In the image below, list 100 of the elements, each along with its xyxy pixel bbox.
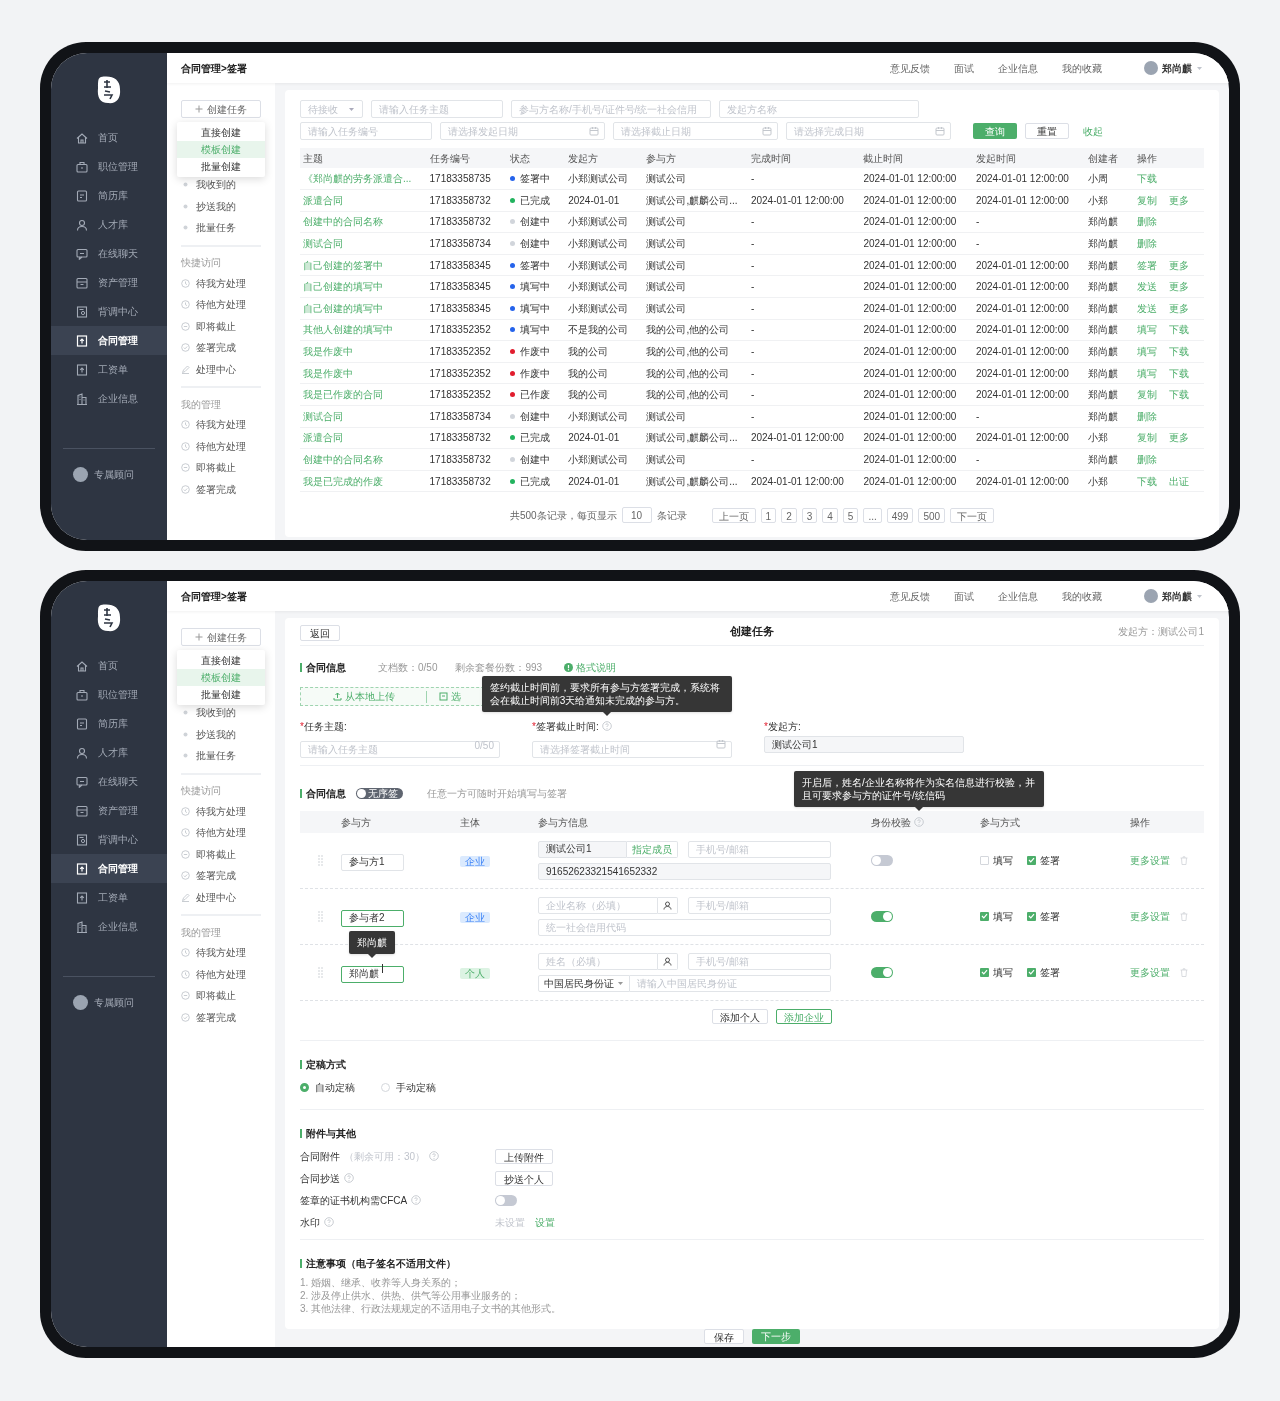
nav-link[interactable]: 意见反馈	[890, 588, 930, 604]
submenu-item[interactable]: 待我方处理	[181, 800, 261, 822]
company-name-field[interactable]: 测试公司1	[538, 840, 627, 858]
add-participant-button[interactable]: 添加企业	[776, 1009, 832, 1024]
action-link[interactable]: 删除	[1136, 408, 1157, 424]
page-button[interactable]: ...	[863, 507, 882, 523]
id-type-select[interactable]: 中国居民身份证	[538, 974, 630, 992]
submenu-item[interactable]: 待他方处理	[181, 294, 261, 316]
prev-page-button[interactable]: 上一页	[711, 507, 756, 523]
nav-item[interactable]: 企业信息	[51, 384, 167, 413]
submenu-item[interactable]: 签署完成	[181, 865, 261, 887]
page-button[interactable]: 500	[918, 507, 946, 523]
nav-item[interactable]: 工资单	[51, 355, 167, 384]
nav-link[interactable]: 我的收藏	[1062, 588, 1102, 604]
action-link[interactable]: 复制	[1136, 430, 1157, 446]
nav-item[interactable]: 背调中心	[51, 825, 167, 854]
submenu-item[interactable]: 批量任务	[181, 745, 261, 767]
advisor-link[interactable]: 专属顾问	[51, 991, 167, 1013]
submenu-item[interactable]: 抄送我的	[181, 195, 261, 217]
nav-item[interactable]: 资产管理	[51, 268, 167, 297]
action-link[interactable]: 更多	[1168, 430, 1189, 446]
nav-link[interactable]: 面试	[954, 60, 974, 76]
nav-item[interactable]: 首页	[51, 651, 167, 680]
action-link[interactable]: 发送	[1136, 279, 1157, 295]
action-link[interactable]: 下载	[1168, 365, 1189, 381]
submenu-item[interactable]: 签署完成	[181, 337, 261, 359]
back-button[interactable]: 返回	[300, 624, 340, 641]
submenu-item[interactable]: 签署完成	[181, 1006, 261, 1028]
contract-link[interactable]: 自己创建的签署中	[303, 259, 383, 271]
submenu-item[interactable]: 即将截止	[181, 985, 261, 1007]
participant-name-field[interactable]: 参与者2	[341, 909, 404, 927]
submenu-item[interactable]: 我收到的	[181, 702, 261, 724]
action-link[interactable]: 删除	[1136, 236, 1157, 252]
action-link[interactable]: 填写	[1136, 344, 1157, 360]
submenu-item[interactable]: 处理中心	[181, 886, 261, 908]
action-link[interactable]: 更多	[1168, 192, 1189, 208]
page-button[interactable]: 1	[760, 507, 777, 523]
action-link[interactable]: 删除	[1136, 452, 1157, 467]
reset-button[interactable]: 重置	[1025, 123, 1069, 139]
action-link[interactable]: 复制	[1136, 387, 1157, 403]
setting-button[interactable]: 抄送个人	[495, 1170, 553, 1186]
nav-item[interactable]: 简历库	[51, 181, 167, 210]
action-link[interactable]: 下载	[1168, 322, 1189, 338]
submenu-item[interactable]: 待我方处理	[181, 414, 261, 436]
menu-item[interactable]: 直接创建	[177, 124, 265, 141]
page-button[interactable]: 5	[842, 507, 859, 523]
initiator-field[interactable]: 测试公司1	[764, 736, 964, 754]
action-link[interactable]: 下载	[1168, 344, 1189, 360]
nav-item[interactable]: 工资单	[51, 883, 167, 912]
submenu-item[interactable]: 待他方处理	[181, 435, 261, 457]
action-link[interactable]: 下载	[1136, 171, 1157, 187]
nav-item[interactable]: 合同管理	[51, 326, 167, 355]
nav-link[interactable]: 意见反馈	[890, 60, 930, 76]
submenu-item[interactable]: 处理中心	[181, 358, 261, 380]
contract-link[interactable]: 创建中的合同名称	[303, 454, 383, 465]
format-help-link[interactable]: 格式说明	[564, 660, 617, 675]
submenu-item[interactable]: 签署完成	[181, 478, 261, 500]
page-button[interactable]: 499	[886, 507, 914, 523]
contract-link[interactable]: 其他人创建的填写中	[303, 324, 393, 336]
radio-button[interactable]	[381, 1083, 390, 1092]
nav-item[interactable]: 首页	[51, 123, 167, 152]
contract-link[interactable]: 我是作废中	[303, 367, 353, 379]
submenu-item[interactable]: 批量任务	[181, 217, 261, 239]
create-task-button[interactable]: 创建任务	[181, 628, 261, 646]
submenu-item[interactable]: 即将截止	[181, 457, 261, 479]
menu-item[interactable]: 批量创建	[177, 158, 265, 175]
submenu-item[interactable]: 我收到的	[181, 174, 261, 196]
action-link[interactable]: 更多	[1168, 257, 1189, 273]
nav-link[interactable]: 面试	[954, 588, 974, 604]
checkbox[interactable]	[1027, 967, 1036, 977]
action-link[interactable]: 下载	[1136, 473, 1157, 489]
toggle-switch[interactable]	[495, 1194, 517, 1206]
submenu-item[interactable]: 即将截止	[181, 843, 261, 865]
contract-link[interactable]: 创建中的合同名称	[303, 216, 383, 228]
nav-item[interactable]: 资产管理	[51, 796, 167, 825]
setting-button[interactable]: 上传附件	[495, 1148, 553, 1164]
nav-item[interactable]: 在线聊天	[51, 767, 167, 796]
page-size-field[interactable]: 10	[621, 507, 652, 524]
contract-link[interactable]: 测试合同	[303, 410, 343, 422]
credit-code-field[interactable]: 91652623321541652332	[538, 862, 831, 880]
page-button[interactable]: 2	[781, 507, 797, 523]
nav-link[interactable]: 企业信息	[998, 60, 1038, 76]
nav-link[interactable]: 企业信息	[998, 588, 1038, 604]
verification-toggle[interactable]	[871, 854, 893, 866]
nav-item[interactable]: 背调中心	[51, 297, 167, 326]
submenu-item[interactable]: 待我方处理	[181, 272, 261, 294]
action-link[interactable]: 填写	[1136, 365, 1157, 381]
checkbox[interactable]	[980, 967, 989, 977]
action-link[interactable]: 出证	[1168, 473, 1189, 489]
setting-link[interactable]: 设置	[535, 1214, 555, 1230]
contract-link[interactable]: 我是已完成的作废	[303, 475, 383, 487]
action-link[interactable]: 发送	[1136, 300, 1157, 316]
submenu-item[interactable]: 待他方处理	[181, 963, 261, 985]
submenu-item[interactable]: 待他方处理	[181, 822, 261, 844]
nav-item[interactable]: 简历库	[51, 709, 167, 738]
nav-item[interactable]: 合同管理	[51, 854, 167, 883]
nav-item[interactable]: 企业信息	[51, 912, 167, 941]
contract-link[interactable]: 测试合同	[303, 238, 343, 250]
participant-name-field[interactable]: 郑尚麒	[341, 965, 404, 983]
radio-button[interactable]	[300, 1083, 309, 1092]
